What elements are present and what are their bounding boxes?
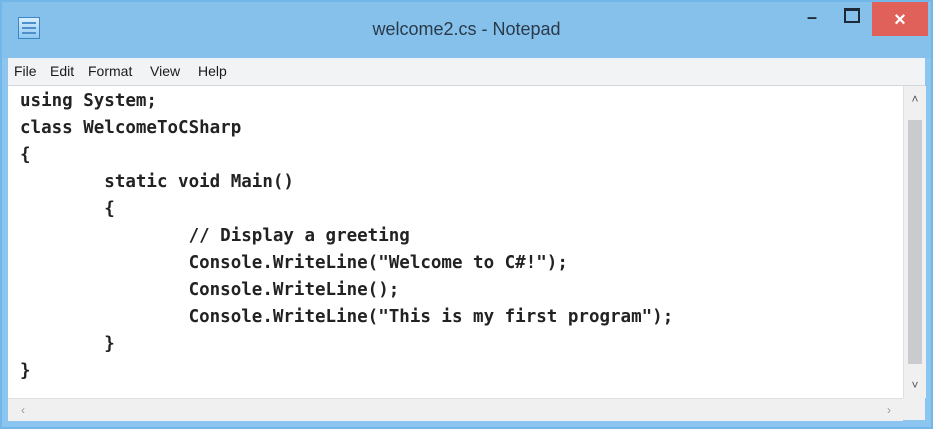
code-line: } bbox=[20, 334, 115, 354]
maximize-button[interactable] bbox=[832, 2, 872, 36]
scroll-right-icon[interactable]: › bbox=[878, 399, 900, 421]
text-editor[interactable]: using System; class WelcomeToCSharp { st… bbox=[8, 86, 903, 398]
scroll-down-icon[interactable]: ˅ bbox=[904, 374, 926, 396]
vertical-scrollbar[interactable]: ˄ ˅ bbox=[903, 86, 926, 398]
notepad-window: welcome2.cs - Notepad – × File Edit Form… bbox=[0, 0, 933, 429]
code-line: } bbox=[20, 361, 31, 381]
horizontal-scrollbar[interactable]: ‹ › bbox=[8, 398, 903, 421]
code-line: static void Main() bbox=[20, 172, 294, 192]
menu-bar: File Edit Format View Help bbox=[8, 58, 925, 86]
code-line: { bbox=[20, 145, 31, 165]
minimize-button[interactable]: – bbox=[792, 2, 832, 36]
scroll-left-icon[interactable]: ‹ bbox=[12, 399, 34, 421]
code-line: using System; bbox=[20, 91, 157, 111]
code-line: Console.WriteLine("Welcome to C#!"); bbox=[20, 253, 568, 273]
code-line: class WelcomeToCSharp bbox=[20, 118, 242, 138]
menu-file[interactable]: File bbox=[14, 63, 37, 79]
code-line: { bbox=[20, 199, 115, 219]
title-bar[interactable]: welcome2.cs - Notepad – × bbox=[2, 2, 931, 58]
code-line: // Display a greeting bbox=[20, 226, 410, 246]
close-button[interactable]: × bbox=[872, 2, 928, 36]
vertical-scroll-thumb[interactable] bbox=[908, 120, 922, 364]
code-line: Console.WriteLine(); bbox=[20, 280, 400, 300]
menu-help[interactable]: Help bbox=[198, 63, 227, 79]
resize-grip[interactable] bbox=[903, 398, 925, 420]
scroll-up-icon[interactable]: ˄ bbox=[904, 88, 926, 110]
menu-view[interactable]: View bbox=[150, 63, 180, 79]
maximize-icon bbox=[844, 7, 860, 23]
menu-format[interactable]: Format bbox=[88, 63, 132, 79]
code-line: Console.WriteLine("This is my first prog… bbox=[20, 307, 674, 327]
menu-edit[interactable]: Edit bbox=[50, 63, 74, 79]
